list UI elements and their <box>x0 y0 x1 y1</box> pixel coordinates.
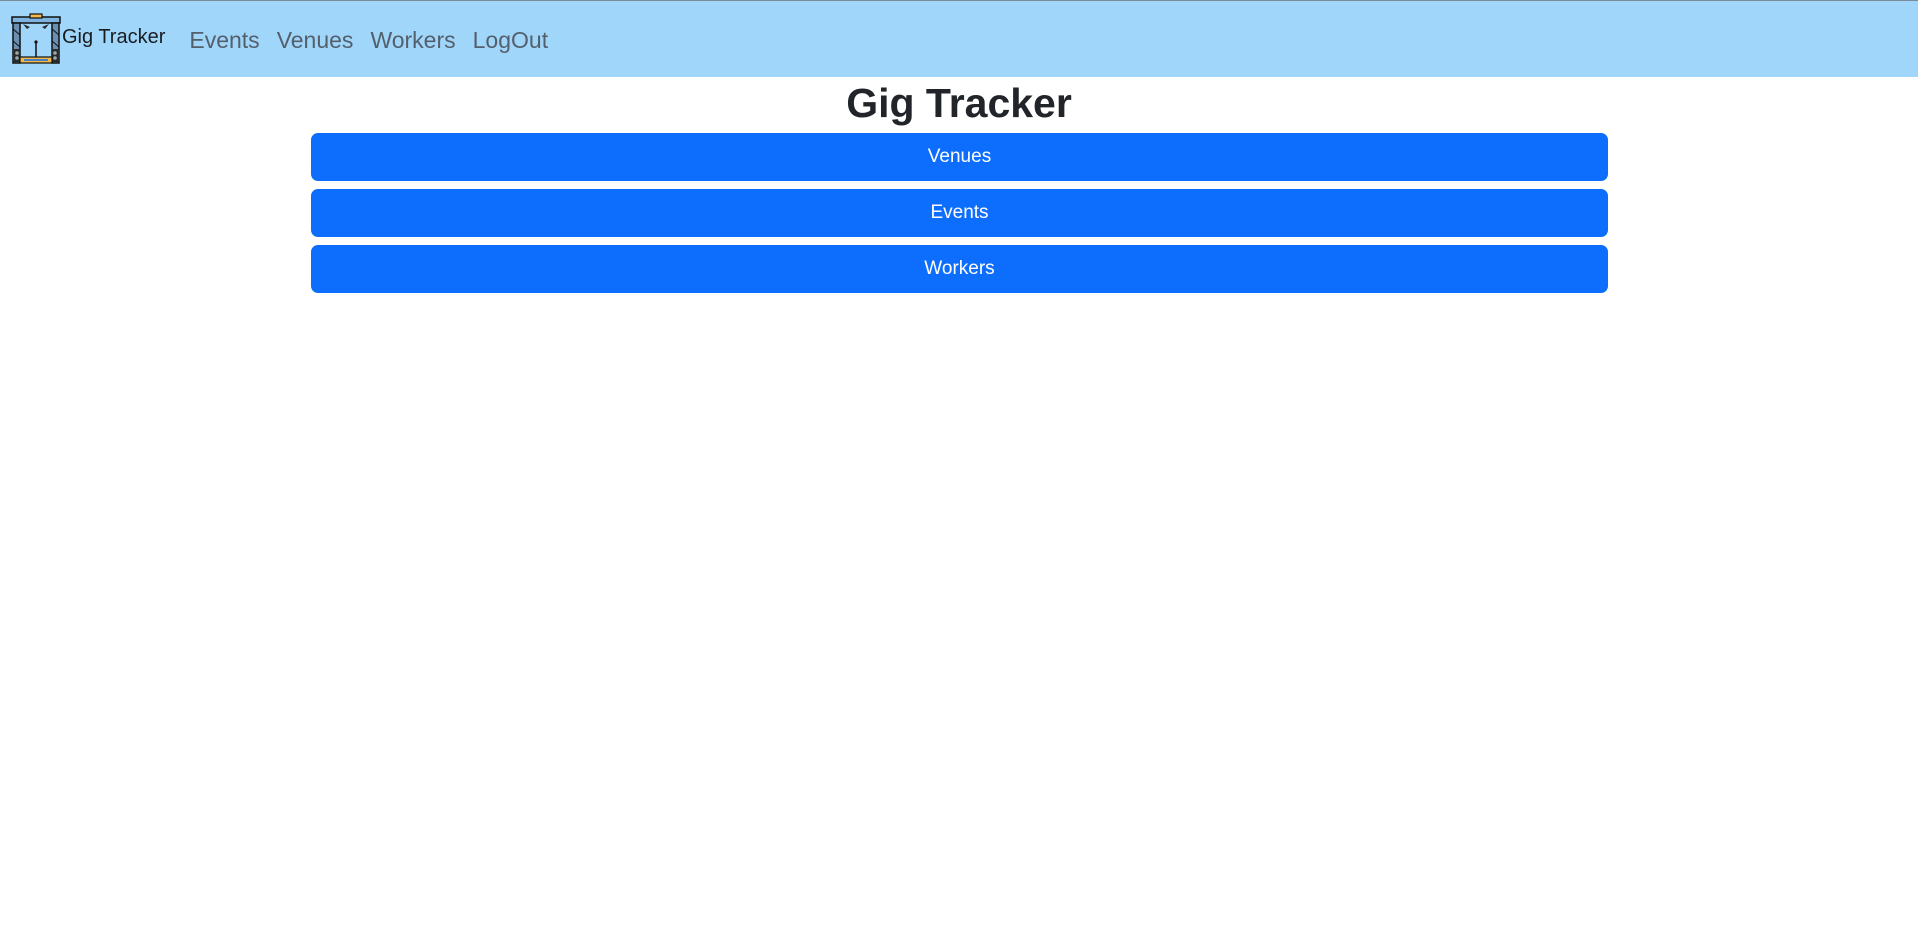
nav-link-venues[interactable]: Venues <box>277 27 354 54</box>
events-button[interactable]: Events <box>311 189 1608 237</box>
top-navbar: Gig Tracker Events Venues Workers LogOut <box>0 0 1918 77</box>
venues-button[interactable]: Venues <box>311 133 1608 181</box>
brand-name: Gig Tracker <box>62 25 166 48</box>
nav-links: Events Venues Workers LogOut <box>189 25 565 54</box>
navbar-brand[interactable]: Gig Tracker <box>10 13 165 65</box>
nav-link-workers[interactable]: Workers <box>370 27 455 54</box>
page-title: Gig Tracker <box>846 80 1072 126</box>
stage-icon <box>11 13 61 64</box>
nav-link-events[interactable]: Events <box>189 27 259 54</box>
workers-button[interactable]: Workers <box>311 245 1608 293</box>
nav-link-logout[interactable]: LogOut <box>473 27 548 54</box>
main-button-stack: Venues Events Workers <box>311 133 1608 301</box>
